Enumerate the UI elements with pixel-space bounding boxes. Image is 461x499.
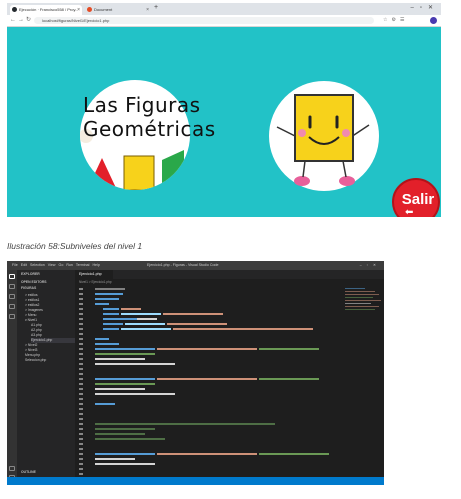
tree-item[interactable]: Seleccion.php <box>25 358 46 363</box>
editor-tab-active[interactable]: Ejercicio1.php <box>75 270 113 279</box>
forward-icon[interactable]: → <box>18 16 24 25</box>
extension-icons[interactable]: ☆⚙☰ <box>383 16 408 25</box>
breadcrumb[interactable]: Nivel1 > Ejercicio1.php <box>79 280 112 284</box>
github-icon <box>12 7 17 12</box>
menu-selection[interactable]: Selection <box>30 263 45 267</box>
square-character-icon <box>276 94 370 186</box>
figure-caption: Ilustración 58:Subniveles del nivel 1 <box>7 241 143 251</box>
search-icon[interactable] <box>9 284 15 289</box>
vscode-screenshot: File Edit Selection View Go Run Terminal… <box>7 261 384 485</box>
code-tokens <box>95 288 329 465</box>
close-icon[interactable]: × <box>146 5 149 15</box>
menu-file[interactable]: File <box>12 263 18 267</box>
activity-bar <box>7 270 17 485</box>
browser-tab-2[interactable]: Document × <box>85 5 151 15</box>
editor-tab-bar: Ejercicio1.php <box>75 270 384 279</box>
menu-run[interactable]: Run <box>66 263 73 267</box>
source-control-icon[interactable] <box>9 294 15 299</box>
exit-button-label: Salir <box>401 191 435 208</box>
address-bar[interactable]: localhost/figuras/Nivel1/Ejercicio1.php <box>34 17 374 24</box>
back-icon[interactable]: ← <box>10 16 16 25</box>
window-controls[interactable]: –▫✕ <box>360 261 381 270</box>
title-line-1: Las Figuras <box>83 93 201 117</box>
status-bar <box>7 477 384 485</box>
explorer-icon[interactable] <box>9 274 15 279</box>
menu-terminal[interactable]: Terminal <box>76 263 90 267</box>
code-editor[interactable]: Ejercicio1.php Nivel1 > Ejercicio1.php <box>75 270 384 485</box>
character-circle <box>269 81 379 191</box>
html-file-icon <box>87 7 92 12</box>
run-debug-icon[interactable] <box>9 304 15 309</box>
browser-tab-1[interactable]: Ejecución · Francisco558 / Proy... × <box>10 5 82 15</box>
open-editors-section[interactable]: OPEN EDITORS <box>21 280 47 285</box>
minimap[interactable] <box>345 288 383 338</box>
title-line-2: Geométricas <box>83 117 216 141</box>
browser-screenshot: Ejecución · Francisco558 / Proy... × Doc… <box>7 3 441 217</box>
close-icon[interactable]: × <box>77 5 80 15</box>
profile-avatar[interactable] <box>430 17 437 24</box>
account-icon[interactable] <box>9 466 15 471</box>
new-tab-icon[interactable]: + <box>154 4 158 11</box>
tab-label: Document <box>94 7 113 12</box>
menu-edit[interactable]: Edit <box>21 263 27 267</box>
tab-label: Ejecución · Francisco558 / Proy... <box>19 7 79 12</box>
menu-go[interactable]: Go <box>59 263 64 267</box>
outline-section[interactable]: OUTLINE <box>21 470 36 475</box>
page-title: Las Figuras Geométricas <box>83 93 216 141</box>
window-title: Ejercicio1.php - Figuras - Visual Studio… <box>147 263 219 267</box>
arrow-left-icon: ⬅ <box>405 207 414 217</box>
project-folder[interactable]: FIGURAS <box>21 286 36 291</box>
menu-bar[interactable]: File Edit Selection View Go Run Terminal… <box>12 261 100 270</box>
window-controls[interactable]: –▫✕ <box>411 3 440 13</box>
explorer-sidebar: EXPLORER OPEN EDITORS FIGURAS > estilos … <box>17 270 85 485</box>
reload-icon[interactable]: ↻ <box>26 16 31 25</box>
menu-view[interactable]: View <box>48 263 56 267</box>
browser-nav-bar: ← → ↻ localhost/figuras/Nivel1/Ejercicio… <box>7 15 441 27</box>
explorer-header: EXPLORER <box>21 272 40 276</box>
menu-help[interactable]: Help <box>92 263 99 267</box>
extensions-icon[interactable] <box>9 314 15 319</box>
browser-tab-bar: Ejecución · Francisco558 / Proy... × Doc… <box>7 3 441 15</box>
code-lines <box>79 288 329 475</box>
line-numbers <box>79 288 83 475</box>
vscode-title-bar: File Edit Selection View Go Run Terminal… <box>7 261 384 270</box>
